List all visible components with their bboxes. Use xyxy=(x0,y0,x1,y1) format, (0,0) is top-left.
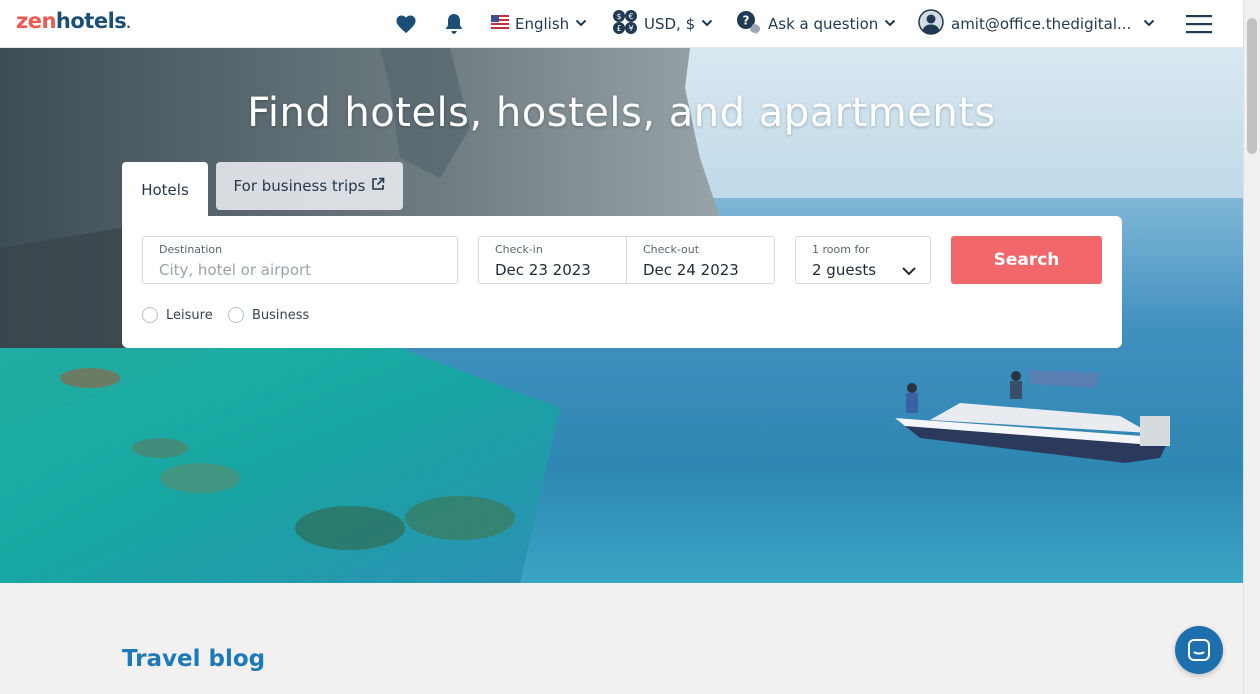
chat-icon[interactable] xyxy=(1175,626,1223,674)
svg-text:€: € xyxy=(628,12,633,21)
guests-value: 2 guests xyxy=(812,261,877,279)
checkout-value: Dec 24 2023 xyxy=(643,261,739,279)
leisure-label: Leisure xyxy=(166,307,213,323)
svg-text:$: $ xyxy=(616,12,621,21)
account-menu[interactable]: amit@office.thedigital... xyxy=(918,9,1155,39)
leisure-radio[interactable]: Leisure xyxy=(142,307,213,323)
page-scrollbar[interactable] xyxy=(1243,0,1260,694)
svg-text:?: ? xyxy=(743,14,750,28)
travel-blog-heading: Travel blog xyxy=(122,646,266,672)
destination-label: Destination xyxy=(159,243,223,256)
external-link-icon xyxy=(371,177,385,195)
zenhotels-logo[interactable]: zenhotels. xyxy=(16,9,131,33)
destination-field[interactable]: Destination xyxy=(142,236,458,284)
checkin-label: Check-in xyxy=(495,243,543,256)
destination-input[interactable] xyxy=(159,261,441,279)
ask-question-label: Ask a question xyxy=(768,15,879,33)
language-selector[interactable]: English xyxy=(491,11,587,37)
business-radio-circle[interactable] xyxy=(228,307,244,323)
hero-banner: Find hotels, hostels, and apartments Hot… xyxy=(0,48,1243,583)
hero-title: Find hotels, hostels, and apartments xyxy=(247,90,996,136)
hamburger-menu-icon[interactable] xyxy=(1186,12,1212,36)
checkin-value: Dec 23 2023 xyxy=(495,261,591,279)
guests-label: 1 room for xyxy=(812,243,870,256)
language-label: English xyxy=(515,15,570,33)
us-flag-icon xyxy=(491,15,509,33)
chevron-down-icon xyxy=(884,15,896,33)
tab-hotels-label: Hotels xyxy=(141,181,189,199)
user-avatar-icon xyxy=(918,9,944,39)
chevron-down-icon xyxy=(575,15,587,33)
checkout-label: Check-out xyxy=(643,243,700,256)
svg-text:¥: ¥ xyxy=(628,24,633,33)
logo-dot: . xyxy=(126,17,131,31)
business-label: Business xyxy=(252,307,310,323)
question-chat-icon: ? xyxy=(736,10,762,38)
checkout-field[interactable]: Check-out Dec 24 2023 xyxy=(626,236,775,284)
chevron-down-icon xyxy=(1143,15,1155,33)
chevron-down-icon xyxy=(701,15,713,33)
currency-selector[interactable]: $ € £ ¥ USD, $ xyxy=(612,9,713,39)
business-radio[interactable]: Business xyxy=(228,307,309,323)
currency-label: USD, $ xyxy=(644,15,696,33)
svg-text:£: £ xyxy=(616,24,621,33)
search-button[interactable]: Search xyxy=(951,236,1102,284)
checkin-field[interactable]: Check-in Dec 23 2023 xyxy=(478,236,627,284)
leisure-radio-circle[interactable] xyxy=(142,307,158,323)
tab-business-trips[interactable]: For business trips xyxy=(216,162,403,210)
logo-zen-text: zen xyxy=(16,9,56,33)
bell-icon[interactable] xyxy=(442,12,466,36)
top-navigation-bar: zenhotels. English $ € £ ¥ USD, $ ? Ask … xyxy=(0,0,1243,48)
ask-question-menu[interactable]: ? Ask a question xyxy=(736,11,896,37)
guests-selector[interactable]: 1 room for 2 guests xyxy=(795,236,931,284)
search-form: Destination Check-in Dec 23 2023 Check-o… xyxy=(122,216,1122,348)
tab-hotels[interactable]: Hotels xyxy=(122,162,208,218)
heart-icon[interactable] xyxy=(394,12,418,36)
logo-hotels-text: hotels xyxy=(55,9,127,33)
chevron-down-icon xyxy=(902,261,916,280)
currency-icon: $ € £ ¥ xyxy=(612,9,638,39)
scrollbar-thumb[interactable] xyxy=(1247,18,1257,154)
account-email: amit@office.thedigital... xyxy=(951,15,1132,33)
tab-business-label: For business trips xyxy=(233,177,366,195)
